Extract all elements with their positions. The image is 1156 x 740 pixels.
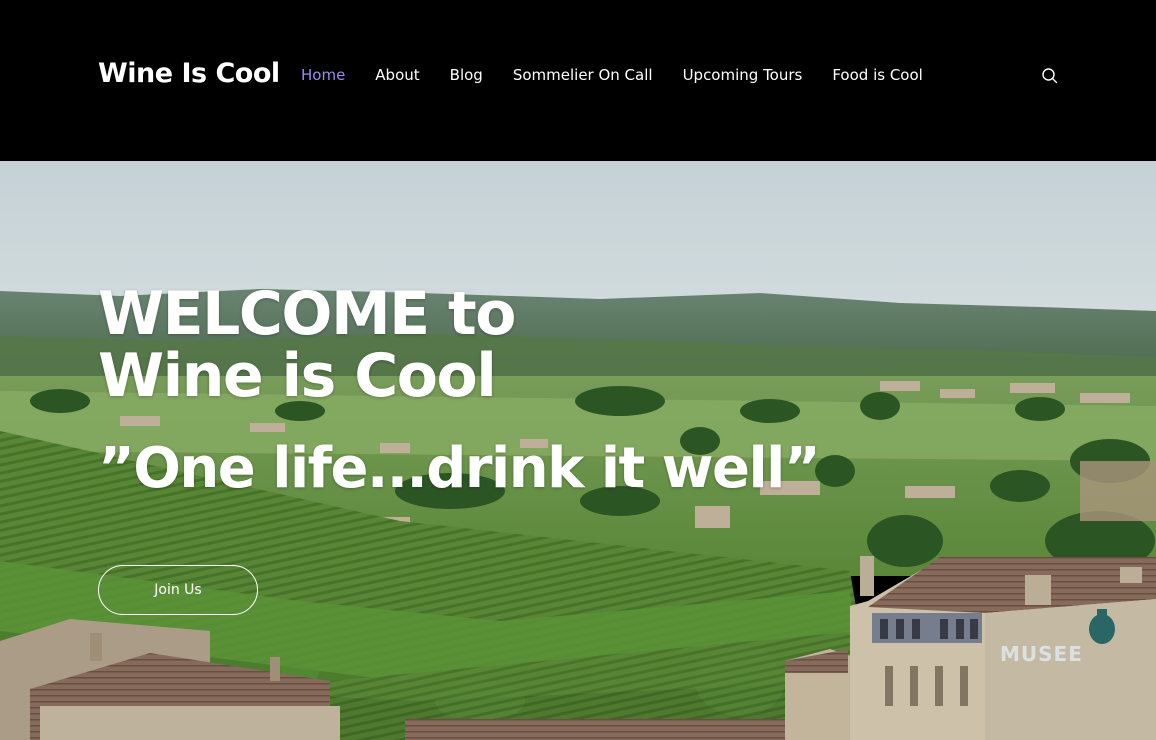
hero-heading-line-1: WELCOME to — [98, 279, 516, 349]
main-nav: Home About Blog Sommelier On Call Upcomi… — [301, 66, 923, 84]
site-header: Wine Is Cool Home About Blog Sommelier O… — [0, 0, 1156, 161]
nav-item-food-is-cool[interactable]: Food is Cool — [832, 66, 922, 84]
nav-item-upcoming-tours[interactable]: Upcoming Tours — [683, 66, 803, 84]
nav-item-home[interactable]: Home — [301, 66, 345, 84]
hero-tagline: ”One life...drink it well” — [98, 436, 821, 501]
site-logo[interactable]: Wine Is Cool — [98, 58, 280, 89]
search-icon[interactable] — [1040, 66, 1060, 86]
hero-heading-block: WELCOME to Wine is Cool — [98, 279, 516, 411]
nav-item-about[interactable]: About — [375, 66, 419, 84]
join-us-button[interactable]: Join Us — [98, 565, 258, 615]
nav-item-blog[interactable]: Blog — [450, 66, 483, 84]
nav-item-sommelier-on-call[interactable]: Sommelier On Call — [513, 66, 653, 84]
hero-heading-line-2: Wine is Cool — [98, 341, 497, 411]
hero-section: MUSEE WELCOME to Wine is Cool ”One life.… — [0, 161, 1156, 740]
